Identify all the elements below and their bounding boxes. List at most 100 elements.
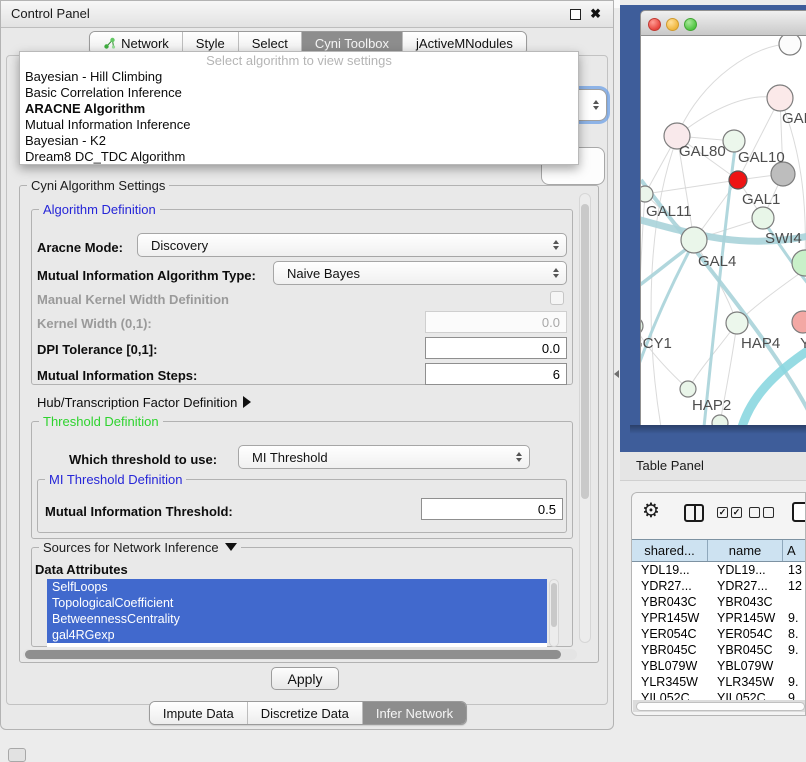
column-header[interactable]: A <box>783 540 806 561</box>
kernel-width-field[interactable]: 0.0 <box>425 311 567 333</box>
unchecked-checkbox-icon[interactable] <box>763 507 774 518</box>
settings-vertical-scrollbar[interactable] <box>579 193 591 643</box>
checked-checkbox-icon[interactable]: ✓ <box>731 507 742 518</box>
table-row[interactable]: YLR345WYLR345W9. <box>632 674 806 690</box>
table-row[interactable]: YBL079WYBL079W <box>632 658 806 674</box>
algorithm-option[interactable]: Basic Correlation Inference <box>20 85 578 101</box>
network-node[interactable] <box>726 312 748 334</box>
table-row[interactable]: YDL19...YDL19...13 <box>632 562 806 578</box>
network-node-label: HAP2 <box>692 397 731 414</box>
algorithm-option[interactable]: Bayesian - K2 <box>20 133 578 149</box>
tab-infer-network[interactable]: Infer Network <box>362 702 466 724</box>
mi-threshold-value: 0.5 <box>538 502 556 517</box>
tab-impute-data[interactable]: Impute Data <box>150 702 247 724</box>
zoom-traffic-light[interactable] <box>684 18 697 31</box>
attribute-list-item[interactable]: SelfLoops <box>47 579 547 595</box>
algorithm-option[interactable]: Dream8 DC_TDC Algorithm <box>20 149 578 165</box>
network-node[interactable] <box>767 85 793 111</box>
network-node[interactable] <box>641 186 653 202</box>
split-columns-icon[interactable] <box>684 504 704 522</box>
which-threshold-combo[interactable]: MI Threshold <box>238 445 530 469</box>
algorithm-option[interactable]: Bayesian - Hill Climbing <box>20 69 578 85</box>
network-node-label: Y <box>800 335 806 352</box>
network-node[interactable] <box>779 36 801 55</box>
table-document-icon[interactable] <box>792 502 806 522</box>
table-cell: YDL19... <box>708 562 783 578</box>
table-cell: YDL19... <box>632 562 708 578</box>
network-canvas[interactable]: GALGAL80GAL10GAL1GAL11SWI4GAL4GCY1HAP4YH… <box>640 36 806 425</box>
attribute-list-item[interactable]: BetweennessCentrality <box>47 611 547 627</box>
attribute-list-item[interactable]: TopologicalCoefficient <box>47 595 547 611</box>
table-row[interactable]: YER054CYER054C8. <box>632 626 806 642</box>
table-horizontal-scrollbar[interactable] <box>633 700 806 712</box>
collapsed-panel-button[interactable] <box>8 748 26 762</box>
table-cell: 9. <box>783 674 806 690</box>
table-cell: YBR043C <box>632 594 708 610</box>
network-node[interactable] <box>792 311 806 333</box>
manual-kernel-width-checkbox[interactable] <box>550 291 564 305</box>
unchecked-checkbox-icon[interactable] <box>749 507 760 518</box>
table-panel-header: Table Panel <box>620 452 806 481</box>
algorithm-option[interactable]: ARACNE Algorithm <box>20 101 578 117</box>
network-node-label: GAL <box>782 110 806 127</box>
aracne-mode-combo[interactable]: Discovery <box>137 233 567 257</box>
network-node[interactable] <box>792 250 806 276</box>
table-cell: YBR045C <box>708 642 783 658</box>
dpi-tolerance-field[interactable]: 0.0 <box>425 337 567 359</box>
tab-label: Network <box>121 36 169 51</box>
panel-splitter-arrow-icon[interactable] <box>614 370 619 378</box>
stepper-arrows-icon <box>593 100 599 110</box>
network-node[interactable] <box>712 415 728 425</box>
network-node[interactable] <box>729 171 747 189</box>
hub-definition-toggle[interactable]: Hub/Transcription Factor Definition <box>37 395 251 410</box>
table-row[interactable]: YIL052CYIL052C9 <box>632 690 806 700</box>
data-attributes-list[interactable]: SelfLoopsTopologicalCoefficientBetweenne… <box>47 579 547 647</box>
network-node[interactable] <box>681 227 707 253</box>
mi-steps-field[interactable]: 6 <box>425 363 567 385</box>
checked-checkbox-icon[interactable]: ✓ <box>717 507 728 518</box>
table-cell: 9. <box>783 610 806 626</box>
algorithm-definition-title: Algorithm Definition <box>39 202 160 217</box>
cyni-algorithm-settings-title: Cyni Algorithm Settings <box>27 178 169 193</box>
attribute-list-scrollbar[interactable] <box>549 579 559 647</box>
network-node[interactable] <box>680 381 696 397</box>
table-row[interactable]: YBR045CYBR045C9. <box>632 642 806 658</box>
apply-button[interactable]: Apply <box>271 667 339 690</box>
table-row[interactable]: YDR27...YDR27...12 <box>632 578 806 594</box>
which-threshold-value: MI Threshold <box>252 450 328 465</box>
gear-icon[interactable]: ⚙ <box>642 498 660 523</box>
table-row[interactable]: YPR145WYPR145W9. <box>632 610 806 626</box>
algorithm-option[interactable]: Mutual Information Inference <box>20 117 578 133</box>
tab-label: jActiveMNodules <box>416 36 513 51</box>
attribute-list-item[interactable]: gal4RGexp <box>47 627 547 643</box>
minimize-traffic-light[interactable] <box>666 18 679 31</box>
sources-toggle[interactable]: Sources for Network Inference <box>39 540 241 555</box>
close-traffic-light[interactable] <box>648 18 661 31</box>
network-window-titlebar[interactable] <box>640 10 806 36</box>
tab-discretize-data[interactable]: Discretize Data <box>247 702 362 724</box>
network-window-shadow <box>630 425 806 434</box>
network-node[interactable] <box>641 317 643 335</box>
hub-definition-label: Hub/Transcription Factor Definition <box>37 395 237 410</box>
network-edge <box>641 242 694 402</box>
table-cell: YBR045C <box>632 642 708 658</box>
network-node-label: GAL10 <box>738 149 785 166</box>
column-header[interactable]: shared... <box>632 540 708 561</box>
network-icon <box>103 37 116 50</box>
close-icon[interactable]: ✖ <box>590 6 601 22</box>
float-window-icon[interactable] <box>570 9 581 20</box>
network-edge <box>704 148 735 425</box>
which-threshold-label: Which threshold to use: <box>69 452 217 467</box>
table-row[interactable]: YBR043CYBR043C <box>632 594 806 610</box>
table-cell <box>783 658 806 674</box>
column-header[interactable]: name <box>708 540 783 561</box>
table-cell: YPR145W <box>708 610 783 626</box>
mi-algorithm-type-combo[interactable]: Naive Bayes <box>273 261 567 285</box>
data-attributes-label: Data Attributes <box>35 562 128 577</box>
network-node-label: GCY1 <box>641 335 672 352</box>
mi-threshold-field[interactable]: 0.5 <box>421 498 563 520</box>
tab-label: Cyni Toolbox <box>315 36 389 51</box>
settings-horizontal-scrollbar[interactable] <box>23 649 577 660</box>
network-graph: GALGAL80GAL10GAL1GAL11SWI4GAL4GCY1HAP4YH… <box>641 36 806 425</box>
network-node[interactable] <box>752 207 774 229</box>
